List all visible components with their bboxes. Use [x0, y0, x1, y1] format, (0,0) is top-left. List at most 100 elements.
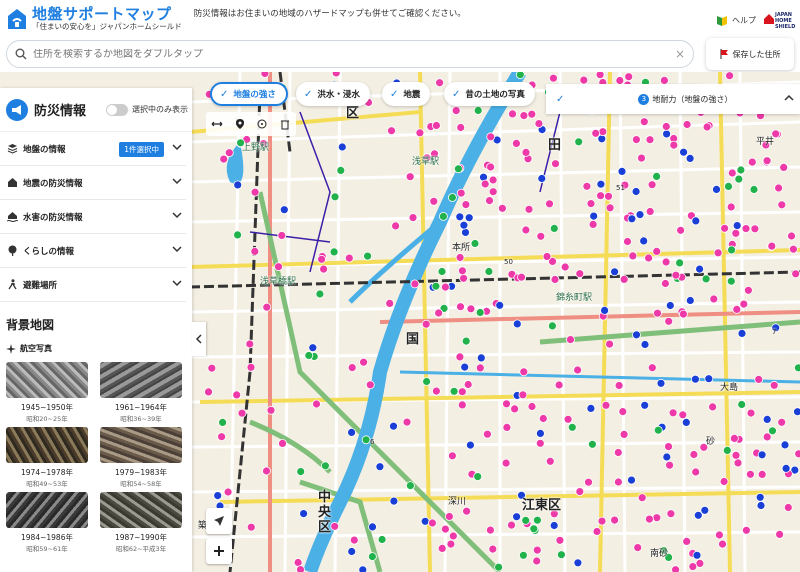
survey-point-dot[interactable]: [549, 73, 558, 83]
survey-point-dot[interactable]: [679, 309, 688, 319]
clear-icon[interactable]: ×: [675, 47, 685, 61]
survey-point-dot[interactable]: [365, 380, 375, 390]
survey-point-dot[interactable]: [349, 535, 359, 545]
survey-point-dot[interactable]: [312, 399, 321, 409]
survey-point-dot[interactable]: [793, 407, 800, 417]
survey-point-dot[interactable]: [502, 399, 511, 409]
survey-point-dot[interactable]: [563, 414, 573, 424]
survey-point-dot[interactable]: [519, 550, 528, 560]
survey-point-dot[interactable]: [245, 339, 255, 349]
survey-point-dot[interactable]: [613, 448, 623, 457]
survey-point-dot[interactable]: [204, 387, 213, 397]
survey-point-dot[interactable]: [527, 402, 537, 411]
survey-point-dot[interactable]: [451, 106, 461, 115]
survey-point-dot[interactable]: [358, 565, 368, 572]
survey-point-dot[interactable]: [718, 539, 727, 549]
aerial-thumb-1961[interactable]: 1961~1964年 昭和36~39年: [100, 362, 182, 423]
survey-point-dot[interactable]: [619, 429, 629, 439]
survey-point-dot[interactable]: [695, 264, 704, 274]
survey-point-dot[interactable]: [549, 223, 559, 233]
survey-point-dot[interactable]: [347, 547, 357, 556]
survey-point-dot[interactable]: [507, 520, 516, 530]
survey-point-dot[interactable]: [422, 377, 432, 386]
filter-chip-earthquake[interactable]: ✓ 地震: [382, 82, 431, 106]
survey-point-dot[interactable]: [545, 456, 555, 466]
survey-point-dot[interactable]: [494, 562, 504, 572]
survey-point-dot[interactable]: [486, 132, 496, 142]
measure-icon[interactable]: [211, 118, 223, 130]
sidebar-item-flood[interactable]: 水害の防災情報: [0, 200, 186, 234]
survey-point-dot[interactable]: [628, 251, 638, 261]
survey-point-dot[interactable]: [466, 304, 476, 314]
survey-point-dot[interactable]: [582, 181, 592, 191]
survey-point-dot[interactable]: [421, 319, 431, 329]
survey-point-dot[interactable]: [645, 135, 655, 145]
survey-point-dot[interactable]: [754, 374, 764, 384]
survey-point-dot[interactable]: [512, 319, 522, 329]
survey-point-dot[interactable]: [632, 330, 641, 340]
survey-point-dot[interactable]: [538, 414, 548, 423]
survey-point-dot[interactable]: [704, 374, 714, 384]
survey-point-dot[interactable]: [521, 225, 531, 235]
survey-point-dot[interactable]: [536, 428, 545, 438]
survey-point-dot[interactable]: [733, 458, 743, 468]
survey-point-dot[interactable]: [517, 272, 526, 282]
survey-point-dot[interactable]: [431, 281, 441, 291]
survey-point-dot[interactable]: [207, 363, 217, 373]
survey-point-dot[interactable]: [619, 274, 629, 284]
survey-point-dot[interactable]: [762, 414, 772, 424]
survey-point-dot[interactable]: [475, 308, 485, 317]
survey-point-dot[interactable]: [736, 165, 746, 175]
survey-point-dot[interactable]: [722, 445, 732, 455]
survey-point-dot[interactable]: [617, 167, 627, 176]
survey-point-dot[interactable]: [731, 228, 741, 238]
survey-point-dot[interactable]: [560, 262, 570, 272]
survey-point-dot[interactable]: [719, 477, 729, 486]
survey-point-dot[interactable]: [299, 509, 309, 519]
survey-point-dot[interactable]: [713, 248, 723, 258]
survey-point-dot[interactable]: [233, 180, 243, 190]
survey-point-dot[interactable]: [532, 556, 542, 566]
survey-point-dot[interactable]: [480, 179, 490, 189]
survey-point-dot[interactable]: [330, 192, 340, 202]
survey-point-dot[interactable]: [463, 380, 473, 389]
survey-point-dot[interactable]: [363, 251, 373, 261]
survey-point-dot[interactable]: [780, 440, 790, 450]
survey-point-dot[interactable]: [484, 267, 494, 276]
survey-point-dot[interactable]: [689, 450, 699, 459]
survey-point-dot[interactable]: [637, 153, 646, 163]
survey-point-dot[interactable]: [473, 106, 483, 115]
survey-point-dot[interactable]: [639, 117, 649, 127]
survey-point-dot[interactable]: [586, 199, 596, 209]
survey-point-dot[interactable]: [464, 213, 474, 223]
survey-point-dot[interactable]: [623, 237, 632, 246]
survey-point-dot[interactable]: [391, 221, 401, 231]
collapse-sidebar-button[interactable]: [192, 322, 206, 356]
survey-point-dot[interactable]: [679, 147, 688, 157]
survey-point-dot[interactable]: [482, 429, 492, 439]
survey-point-dot[interactable]: [519, 111, 529, 120]
survey-point-dot[interactable]: [488, 175, 498, 185]
survey-point-dot[interactable]: [532, 545, 542, 555]
survey-point-dot[interactable]: [746, 408, 756, 418]
survey-point-dot[interactable]: [720, 223, 729, 233]
survey-point-dot[interactable]: [485, 196, 494, 206]
survey-point-dot[interactable]: [431, 121, 441, 130]
survey-point-dot[interactable]: [633, 543, 643, 553]
survey-point-dot[interactable]: [653, 425, 663, 435]
survey-point-dot[interactable]: [791, 269, 800, 279]
survey-point-dot[interactable]: [702, 122, 712, 132]
survey-point-dot[interactable]: [640, 340, 650, 349]
survey-point-dot[interactable]: [456, 302, 465, 312]
survey-point-dot[interactable]: [250, 187, 260, 197]
survey-point-dot[interactable]: [415, 128, 425, 138]
survey-point-dot[interactable]: [610, 267, 619, 277]
survey-point-dot[interactable]: [589, 211, 599, 221]
survey-point-dot[interactable]: [762, 156, 772, 166]
survey-point-dot[interactable]: [250, 246, 260, 256]
survey-point-dot[interactable]: [775, 529, 784, 539]
survey-point-dot[interactable]: [262, 302, 272, 312]
survey-point-dot[interactable]: [510, 404, 519, 414]
survey-point-dot[interactable]: [344, 253, 354, 263]
survey-point-dot[interactable]: [470, 239, 480, 248]
